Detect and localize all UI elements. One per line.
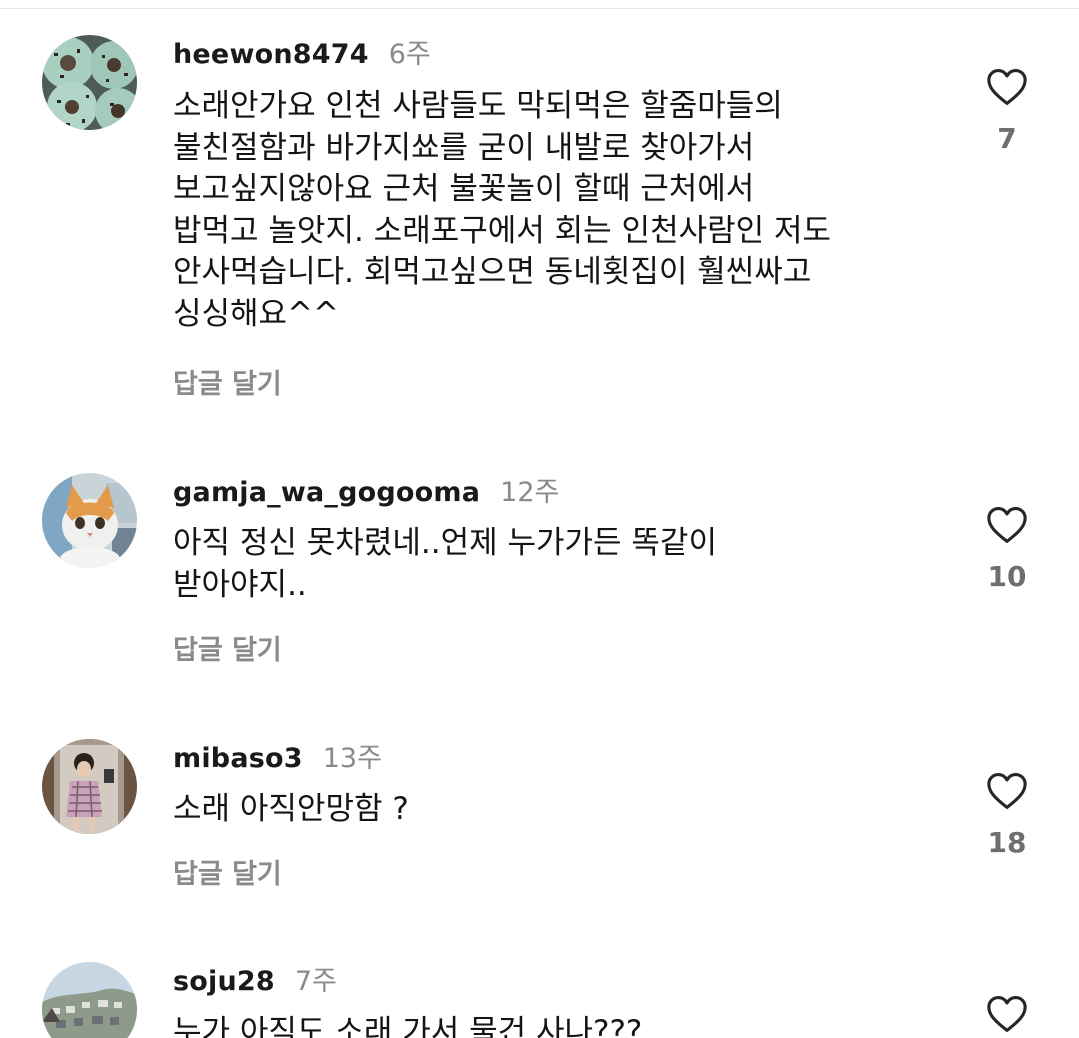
- avatar[interactable]: [42, 473, 137, 568]
- top-divider: [0, 8, 1079, 9]
- comment-meta: gamja_wa_gogooma 12주: [173, 470, 559, 508]
- heart-icon: [987, 773, 1027, 809]
- comments-screen: heewon8474 6주 소래안가요 인천 사람들도 막되먹은 할줌마들의 불…: [0, 0, 1079, 1038]
- comment-text: 아직 정신 못차렸네..언제 누가가든 똑같이 받아야지..: [173, 525, 717, 603]
- heart-icon: [987, 996, 1027, 1032]
- reply-button[interactable]: 답글 달기: [173, 852, 282, 891]
- like-button[interactable]: 10: [965, 506, 1049, 593]
- comment-meta: soju28 7주: [173, 959, 337, 997]
- like-count: 18: [987, 826, 1027, 859]
- mint-chocolate-donuts-photo-icon: [42, 35, 137, 130]
- timestamp: 7주: [294, 966, 337, 997]
- timestamp: 6주: [388, 39, 431, 70]
- timestamp: 13주: [322, 743, 382, 774]
- like-button[interactable]: 7: [965, 68, 1049, 155]
- orange-cat-photo-icon: [42, 473, 137, 568]
- avatar[interactable]: [42, 739, 137, 834]
- hillside-town-photo-icon: [42, 962, 137, 1038]
- avatar[interactable]: [42, 35, 137, 130]
- comment-meta: heewon8474 6주: [173, 32, 431, 70]
- username[interactable]: heewon8474: [173, 39, 369, 70]
- avatar[interactable]: [42, 962, 137, 1038]
- heart-icon: [987, 507, 1027, 543]
- person-mirror-photo-icon: [42, 739, 137, 834]
- comment-meta: mibaso3 13주: [173, 736, 382, 774]
- username[interactable]: soju28: [173, 966, 275, 997]
- like-button[interactable]: [965, 995, 1049, 1033]
- comment-text: 누가 아직도 소래 가서 물건 사나???: [173, 1014, 643, 1038]
- like-count: 7: [997, 122, 1017, 155]
- heart-icon: [987, 69, 1027, 105]
- reply-button[interactable]: 답글 달기: [173, 362, 282, 401]
- username[interactable]: gamja_wa_gogooma: [173, 477, 480, 508]
- comment-text: 소래 아직안망함 ?: [173, 791, 409, 827]
- reply-button[interactable]: 답글 달기: [173, 628, 282, 667]
- like-button[interactable]: 18: [965, 772, 1049, 859]
- like-count: 10: [987, 560, 1027, 593]
- username[interactable]: mibaso3: [173, 743, 303, 774]
- timestamp: 12주: [500, 477, 560, 508]
- comment-text: 소래안가요 인천 사람들도 막되먹은 할줌마들의 불친절함과 바가지쑈를 굳이 …: [173, 88, 832, 332]
